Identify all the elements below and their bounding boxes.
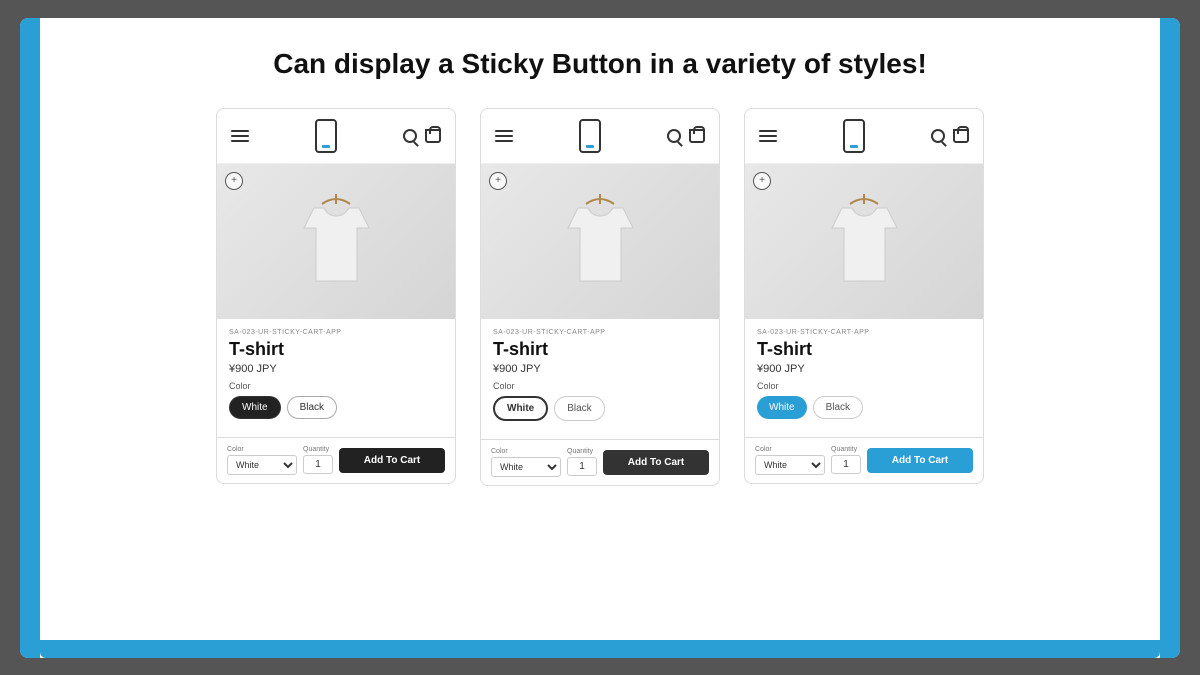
add-to-cart-btn-3[interactable]: Add To Cart [867,448,973,473]
color-label-1: Color [229,381,443,391]
color-black-btn-1[interactable]: Black [287,396,337,419]
sticky-color-col-1: Color White Black [227,446,297,475]
sticky-bar-3: Color White Black Quantity Add To Cart [745,437,983,483]
product-name-3: T-shirt [757,339,971,360]
add-to-cart-btn-1[interactable]: Add To Cart [339,448,445,473]
page-title: Can display a Sticky Button in a variety… [273,48,927,80]
sticky-qty-col-3: Quantity [831,446,861,474]
product-price-1: ¥900 JPY [229,363,443,375]
sticky-qty-label-3: Quantity [831,446,861,453]
phone-icon-3 [843,119,865,153]
color-white-btn-3[interactable]: White [757,396,807,419]
color-label-3: Color [757,381,971,391]
hamburger-icon[interactable] [231,130,249,142]
product-card-2: SA-023-UR-STICKY-CART-APP T-shirt ¥900 J… [480,108,720,486]
search-icon[interactable] [403,129,417,143]
main-container: Can display a Sticky Button in a variety… [20,18,1180,658]
sticky-qty-input-3[interactable] [831,455,861,474]
tshirt-svg-1 [294,186,379,296]
zoom-icon-1[interactable] [225,172,243,190]
product-price-3: ¥900 JPY [757,363,971,375]
product-sku-1: SA-023-UR-STICKY-CART-APP [229,329,443,336]
color-buttons-3: White Black [757,396,971,419]
card-3-nav [745,109,983,164]
hamburger-icon-2[interactable] [495,130,513,142]
sticky-color-label-2: Color [491,448,561,455]
nav-center-2 [579,119,601,153]
product-sku-3: SA-023-UR-STICKY-CART-APP [757,329,971,336]
product-sku-2: SA-023-UR-STICKY-CART-APP [493,329,707,336]
cart-icon-3[interactable] [953,129,969,143]
sticky-qty-input-1[interactable] [303,455,333,474]
sticky-color-label-1: Color [227,446,297,453]
color-black-btn-3[interactable]: Black [813,396,863,419]
phone-icon-2 [579,119,601,153]
product-card-3: SA-023-UR-STICKY-CART-APP T-shirt ¥900 J… [744,108,984,484]
card-1-nav [217,109,455,164]
color-black-btn-2[interactable]: Black [554,396,604,421]
cards-row: SA-023-UR-STICKY-CART-APP T-shirt ¥900 J… [40,108,1160,486]
card-1-body: SA-023-UR-STICKY-CART-APP T-shirt ¥900 J… [217,319,455,429]
sticky-qty-label-2: Quantity [567,448,597,455]
sticky-color-select-3[interactable]: White Black [755,455,825,475]
sticky-color-label-3: Color [755,446,825,453]
sticky-color-col-2: Color White Black [491,448,561,477]
sticky-qty-col-1: Quantity [303,446,333,474]
nav-right-2 [667,129,705,143]
card-3-body: SA-023-UR-STICKY-CART-APP T-shirt ¥900 J… [745,319,983,429]
color-buttons-1: White Black [229,396,443,419]
sticky-qty-col-2: Quantity [567,448,597,476]
search-icon-2[interactable] [667,129,681,143]
cart-icon-2[interactable] [689,129,705,143]
card-2-body: SA-023-UR-STICKY-CART-APP T-shirt ¥900 J… [481,319,719,431]
color-buttons-2: White Black [493,396,707,421]
nav-center-1 [315,119,337,153]
sticky-bar-1: Color White Black Quantity Add To Cart [217,437,455,483]
tshirt-svg-3 [822,186,907,296]
search-icon-3[interactable] [931,129,945,143]
nav-right-3 [931,129,969,143]
add-to-cart-btn-2[interactable]: Add To Cart [603,450,709,475]
sticky-qty-input-2[interactable] [567,457,597,476]
sticky-bar-2: Color White Black Quantity Add To Cart [481,439,719,485]
product-price-2: ¥900 JPY [493,363,707,375]
sticky-color-select-2[interactable]: White Black [491,457,561,477]
zoom-icon-3[interactable] [753,172,771,190]
cart-icon[interactable] [425,129,441,143]
tshirt-svg-2 [558,186,643,296]
phone-icon [315,119,337,153]
color-white-btn-1[interactable]: White [229,396,281,419]
product-card-1: SA-023-UR-STICKY-CART-APP T-shirt ¥900 J… [216,108,456,484]
zoom-icon-2[interactable] [489,172,507,190]
card-1-image [217,164,455,319]
card-2-nav [481,109,719,164]
product-name-2: T-shirt [493,339,707,360]
nav-left-2 [495,130,513,142]
color-label-2: Color [493,381,707,391]
card-2-image [481,164,719,319]
nav-center-3 [843,119,865,153]
sticky-color-select-1[interactable]: White Black [227,455,297,475]
card-3-image [745,164,983,319]
hamburger-icon-3[interactable] [759,130,777,142]
sticky-color-col-3: Color White Black [755,446,825,475]
nav-right-1 [403,129,441,143]
bottom-blue-bar [40,640,1160,658]
sticky-qty-label-1: Quantity [303,446,333,453]
nav-left-1 [231,130,249,142]
color-white-btn-2[interactable]: White [493,396,548,421]
nav-left-3 [759,130,777,142]
product-name-1: T-shirt [229,339,443,360]
